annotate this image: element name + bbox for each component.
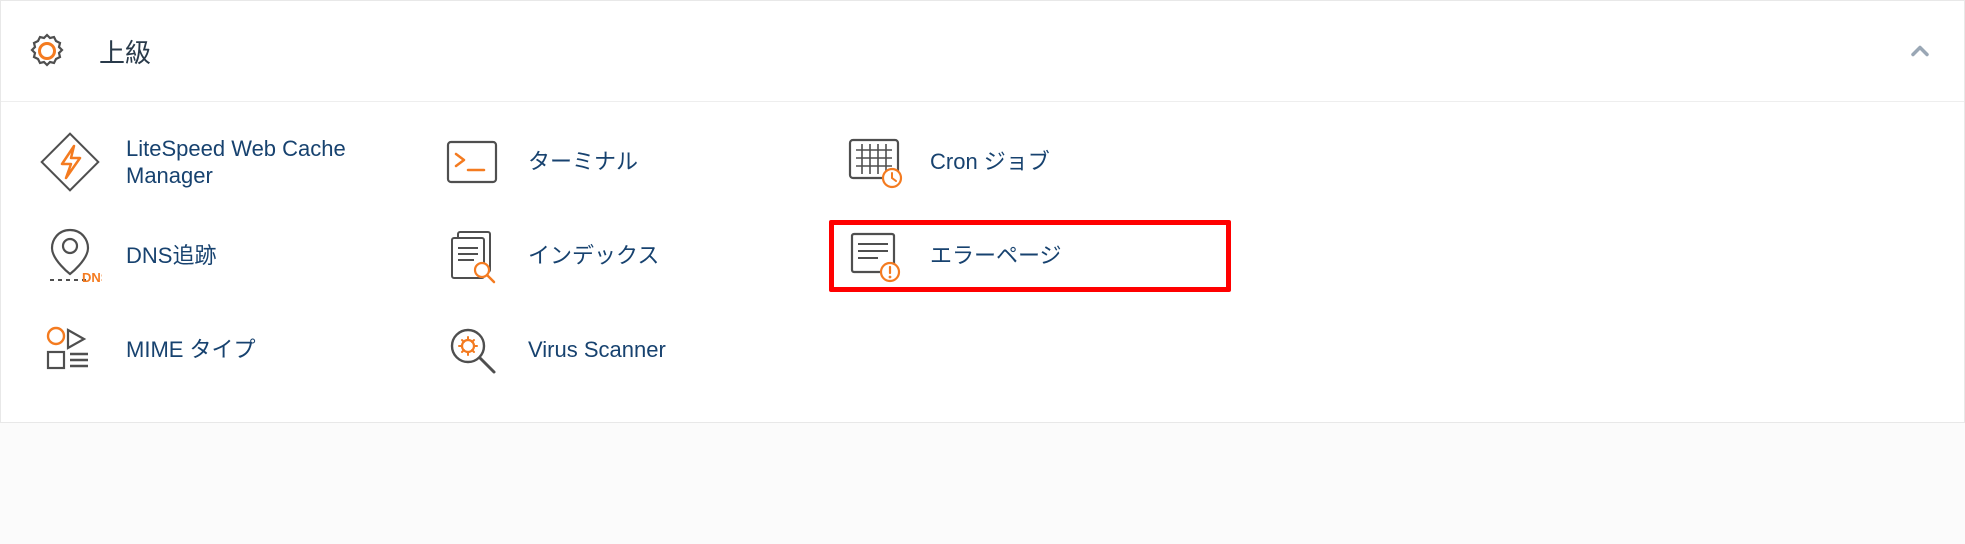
item-label: DNS追跡 bbox=[126, 242, 216, 270]
items-grid: LiteSpeed Web Cache Manager ターミナル bbox=[25, 126, 1940, 386]
gear-icon bbox=[23, 27, 71, 75]
litespeed-icon bbox=[38, 130, 102, 194]
item-cron[interactable]: Cron ジョブ bbox=[829, 126, 1231, 198]
item-label: Cron ジョブ bbox=[930, 148, 1050, 176]
mime-icon bbox=[38, 318, 102, 382]
item-litespeed[interactable]: LiteSpeed Web Cache Manager bbox=[25, 126, 427, 198]
collapse-toggle[interactable] bbox=[1906, 37, 1934, 65]
errorpages-icon bbox=[842, 224, 906, 288]
virus-scanner-icon bbox=[440, 318, 504, 382]
item-terminal[interactable]: ターミナル bbox=[427, 126, 829, 198]
cron-icon bbox=[842, 130, 906, 194]
section-body: LiteSpeed Web Cache Manager ターミナル bbox=[1, 102, 1964, 422]
item-label: エラーページ bbox=[930, 242, 1062, 270]
item-label: ターミナル bbox=[528, 148, 638, 176]
section-title: 上級 bbox=[99, 33, 151, 70]
terminal-icon bbox=[440, 130, 504, 194]
item-virus[interactable]: Virus Scanner bbox=[427, 314, 829, 386]
item-label: MIME タイプ bbox=[126, 336, 256, 364]
item-label: インデックス bbox=[528, 242, 659, 270]
item-label: LiteSpeed Web Cache Manager bbox=[126, 135, 386, 190]
item-label: Virus Scanner bbox=[528, 336, 666, 364]
item-errorpages[interactable]: エラーページ bbox=[829, 220, 1231, 292]
item-mime[interactable]: MIME タイプ bbox=[25, 314, 427, 386]
item-dns[interactable]: DNS DNS追跡 bbox=[25, 220, 427, 292]
advanced-section-panel: 上級 LiteSpeed Web Cache Manager bbox=[0, 0, 1965, 423]
indexes-icon bbox=[440, 224, 504, 288]
section-header[interactable]: 上級 bbox=[1, 1, 1964, 102]
dns-icon: DNS bbox=[38, 224, 102, 288]
svg-text:DNS: DNS bbox=[82, 270, 102, 285]
item-indexes[interactable]: インデックス bbox=[427, 220, 829, 292]
